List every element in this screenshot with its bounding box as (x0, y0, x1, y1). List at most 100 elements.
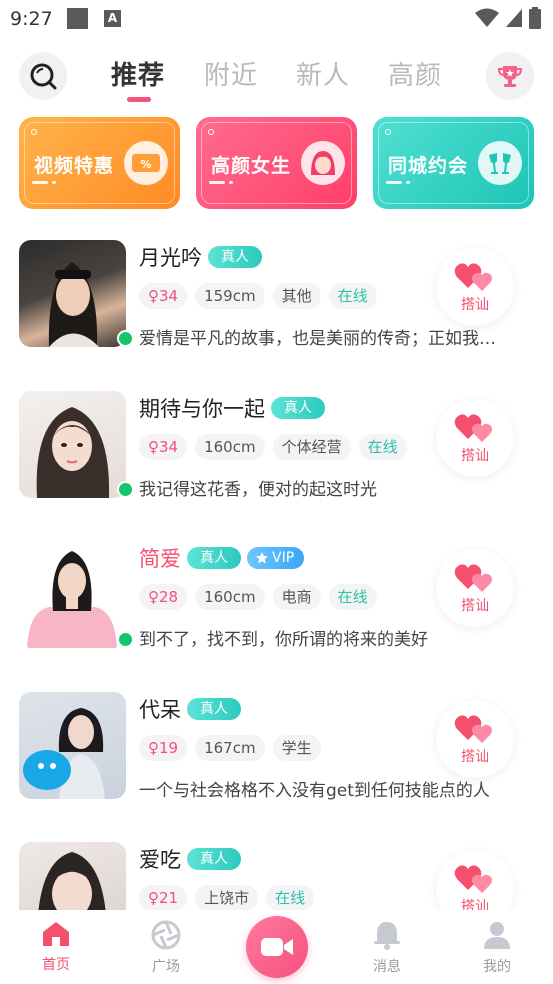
svg-text:%: % (140, 158, 151, 171)
location-chip: 上饶市 (195, 885, 259, 910)
banner-label: 同城约会 (388, 155, 469, 177)
user-bio: 我记得这花香，便对的起这时光 (139, 480, 377, 500)
online-status-dot (117, 330, 134, 347)
ranking-button[interactable] (486, 52, 534, 100)
user-bio: 到不了，找不到，你所谓的将来的美好 (139, 630, 428, 650)
user-bio: 爱情是平凡的故事，也是美丽的传奇；正如我… (139, 329, 496, 349)
user-name[interactable]: 月光吟 (139, 242, 202, 272)
height-chip: 160cm (195, 584, 265, 610)
status-icons (475, 7, 541, 29)
online-status-dot (117, 481, 134, 498)
tab-good-looking[interactable]: 高颜 (388, 55, 442, 92)
online-chip: 在线 (328, 584, 377, 610)
notification-a-icon: A (104, 10, 121, 27)
nav-home[interactable]: 首页 (16, 920, 96, 974)
online-chip: 在线 (358, 434, 407, 460)
job-chip: 个体经营 (272, 434, 351, 460)
greet-button[interactable]: 搭讪 (436, 399, 514, 477)
online-chip: 在线 (266, 885, 315, 910)
avatar[interactable] (19, 240, 126, 347)
nav-profile[interactable]: 我的 (457, 920, 537, 976)
online-status-dot (117, 631, 134, 648)
age-chip: ♀28 (139, 584, 188, 610)
height-chip: 160cm (195, 434, 265, 460)
job-chip: 电商 (272, 584, 321, 610)
age-chip: ♀21 (139, 885, 188, 910)
greet-button[interactable]: 搭讪 (436, 549, 514, 627)
verified-real-badge: 真人 (208, 246, 262, 268)
height-chip: 167cm (195, 735, 265, 761)
hearts-icon (454, 414, 492, 442)
avatar[interactable] (19, 541, 126, 648)
age-chip: ♀34 (139, 434, 188, 460)
job-chip: 学生 (272, 735, 321, 761)
nav-label: 首页 (42, 957, 70, 973)
verified-real-badge: 真人 (187, 698, 241, 720)
avatar[interactable] (19, 842, 126, 910)
user-card[interactable]: 爱吃 真人 ♀21 上饶市 在线 搭讪 (0, 842, 553, 910)
banner-label: 高颜女生 (211, 155, 292, 177)
greet-label: 搭讪 (461, 297, 489, 313)
tab-recommend[interactable]: 推荐 (111, 55, 165, 92)
nav-video-call[interactable] (246, 916, 308, 978)
banner-label: 视频特惠 (34, 155, 115, 177)
status-time: 9:27 (10, 8, 53, 30)
category-tabs: 推荐 附近 新人 高颜 (0, 55, 553, 100)
age-chip: ♀19 (139, 735, 188, 761)
nav-label: 广场 (152, 959, 180, 975)
online-chip: 在线 (328, 283, 377, 309)
hearts-icon (454, 715, 492, 743)
notification-square-icon (67, 8, 88, 29)
verified-real-badge: 真人 (187, 848, 241, 870)
user-name[interactable]: 爱吃 (139, 844, 181, 874)
greet-label: 搭讪 (461, 448, 489, 464)
job-chip: 其他 (272, 283, 321, 309)
tab-nearby[interactable]: 附近 (204, 55, 258, 92)
banner-beauty-girls[interactable]: 高颜女生 (196, 117, 357, 209)
user-card[interactable]: 期待与你一起 真人 ♀34 160cm 个体经营 在线 我记得这花香，便对的起这… (0, 391, 553, 511)
greet-label: 搭讪 (461, 749, 489, 765)
verified-real-badge: 真人 (187, 547, 241, 569)
nav-label: 消息 (373, 959, 401, 975)
greet-button[interactable]: 搭讪 (436, 700, 514, 778)
user-name[interactable]: 代呆 (139, 694, 181, 724)
star-icon (256, 552, 268, 564)
battery-icon (529, 7, 541, 29)
person-icon (484, 922, 510, 949)
nav-label: 我的 (483, 959, 511, 975)
home-icon (43, 922, 69, 946)
bell-icon (374, 922, 400, 950)
user-name[interactable]: 简爱 (139, 543, 181, 573)
user-bio: 一个与社会格格不入没有get到任何技能点的人 (139, 781, 490, 801)
status-bar: 9:27 A (0, 0, 553, 38)
banner-local-dating[interactable]: 同城约会 (373, 117, 534, 209)
tab-new[interactable]: 新人 (296, 55, 350, 92)
user-name[interactable]: 期待与你一起 (139, 393, 265, 423)
hearts-icon (454, 564, 492, 592)
cheers-glasses-icon (478, 141, 522, 185)
girl-face-icon (301, 141, 345, 185)
nav-messages[interactable]: 消息 (347, 920, 427, 976)
greet-label: 搭讪 (461, 598, 489, 614)
height-chip: 159cm (195, 283, 265, 309)
signal-icon (506, 9, 522, 27)
nav-plaza[interactable]: 广场 (126, 920, 206, 976)
user-card[interactable]: 简爱 真人 VIP ♀28 160cm 电商 在线 到不了，找不到，你所谓的将来… (0, 541, 553, 661)
verified-real-badge: 真人 (271, 397, 325, 419)
age-chip: ♀34 (139, 283, 188, 309)
avatar[interactable] (19, 692, 126, 799)
greet-button[interactable]: 搭讪 (436, 850, 514, 910)
vip-badge: VIP (247, 547, 305, 569)
hearts-icon (454, 865, 492, 893)
user-card[interactable]: 月光吟 真人 ♀34 159cm 其他 在线 爱情是平凡的故事，也是美丽的传奇；… (0, 240, 553, 360)
aperture-icon (151, 920, 181, 950)
greet-button[interactable]: 搭讪 (436, 248, 514, 326)
hearts-icon (454, 263, 492, 291)
avatar[interactable] (19, 391, 126, 498)
active-tab-indicator (127, 97, 151, 102)
trophy-icon (497, 66, 523, 87)
wifi-icon (475, 8, 499, 27)
user-card[interactable]: 代呆 真人 ♀19 167cm 学生 一个与社会格格不入没有get到任何技能点的… (0, 692, 553, 812)
video-camera-icon (261, 938, 293, 956)
banner-video-discount[interactable]: 视频特惠 % (19, 117, 180, 209)
